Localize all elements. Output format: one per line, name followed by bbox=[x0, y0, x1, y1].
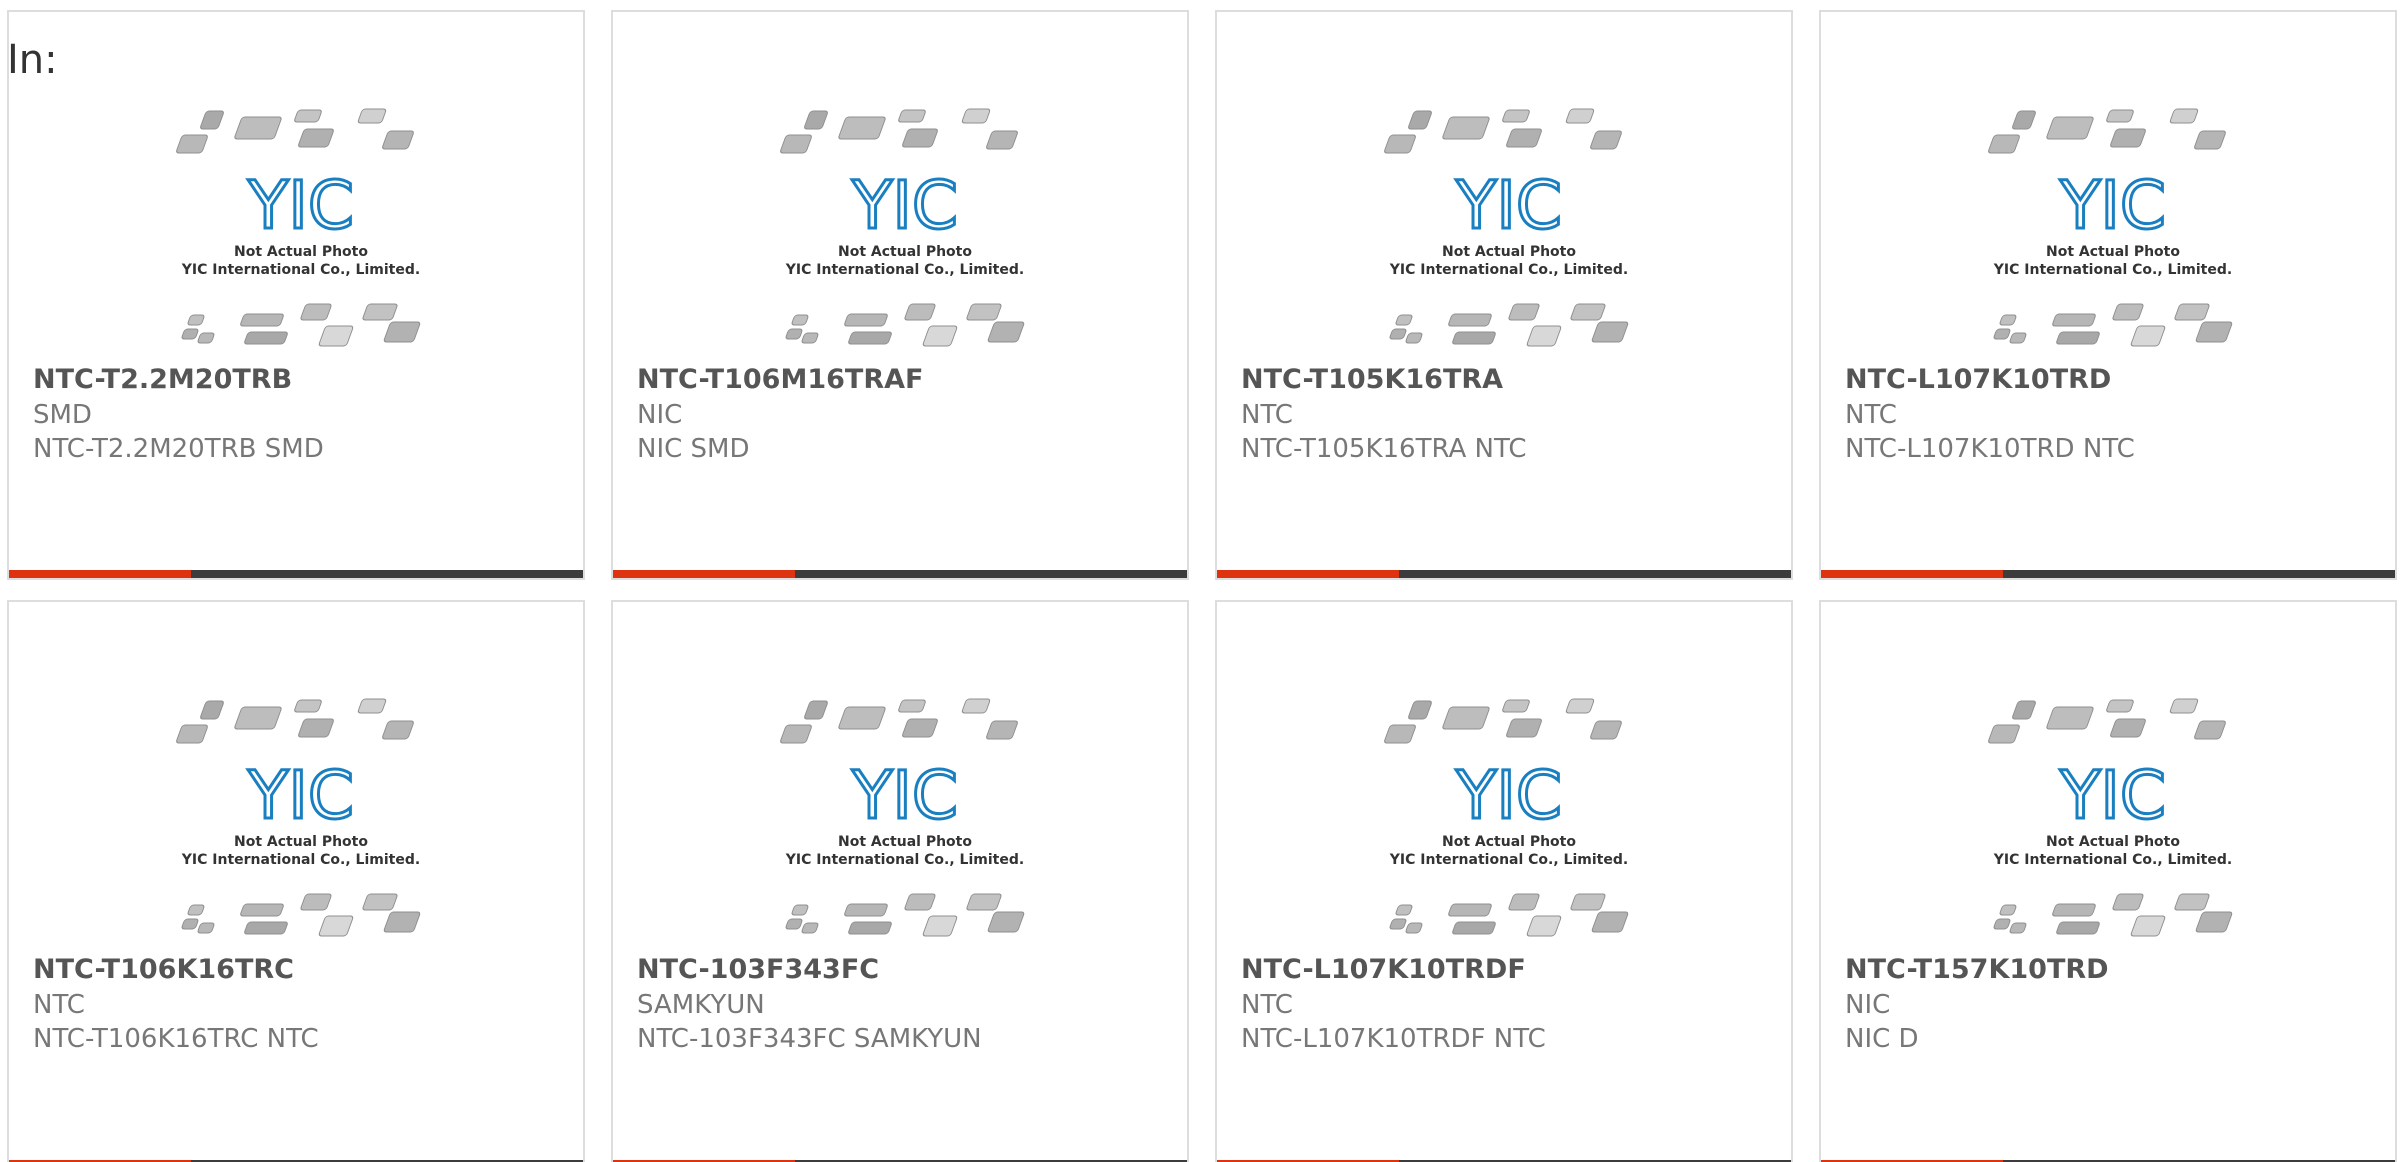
svg-text:YIC International Co., Limited: YIC International Co., Limited. bbox=[1389, 852, 1628, 868]
card-footer-bar bbox=[613, 570, 1187, 578]
product-card[interactable]: YIC Not Actual Photo YIC International Co.… bbox=[7, 10, 585, 580]
not-actual-photo-image: YIC Not Actual Photo YIC International Co.… bbox=[770, 102, 1040, 350]
description: NTC-T2.2M20TRB SMD bbox=[33, 434, 324, 464]
svg-text:Not Actual Photo: Not Actual Photo bbox=[2046, 834, 2180, 850]
yic-logo: YIC bbox=[1455, 167, 1562, 244]
svg-text:Not Actual Photo: Not Actual Photo bbox=[1442, 834, 1576, 850]
svg-text:YIC International Co., Limited: YIC International Co., Limited. bbox=[1993, 262, 2232, 278]
svg-text:Not Actual Photo: Not Actual Photo bbox=[234, 834, 368, 850]
svg-text:YIC International Co., Limited: YIC International Co., Limited. bbox=[181, 262, 420, 278]
part-number[interactable]: NTC-103F343FC bbox=[637, 954, 879, 985]
product-card[interactable]: YIC Not Actual Photo YIC International Co.… bbox=[1215, 600, 1793, 1162]
description: NTC-103F343FC SAMKYUN bbox=[637, 1024, 982, 1054]
svg-text:YIC International Co., Limited: YIC International Co., Limited. bbox=[1389, 262, 1628, 278]
yic-logo: YIC bbox=[2059, 757, 2166, 834]
description: NTC-T106K16TRC NTC bbox=[33, 1024, 319, 1054]
svg-text:Not Actual Photo: Not Actual Photo bbox=[234, 244, 368, 260]
not-actual-photo-image: YIC Not Actual Photo YIC International Co.… bbox=[1374, 102, 1644, 350]
not-actual-photo-image: YIC Not Actual Photo YIC International Co.… bbox=[770, 692, 1040, 940]
yic-logo: YIC bbox=[2059, 167, 2166, 244]
not-actual-photo-image: YIC Not Actual Photo YIC International Co.… bbox=[1978, 692, 2248, 940]
product-card[interactable]: YIC Not Actual Photo YIC International Co.… bbox=[7, 600, 585, 1162]
product-card[interactable]: YIC Not Actual Photo YIC International Co.… bbox=[1215, 10, 1793, 580]
description: NTC-L107K10TRD NTC bbox=[1845, 434, 2135, 464]
description: NIC D bbox=[1845, 1024, 1919, 1054]
description: NIC SMD bbox=[637, 434, 750, 464]
svg-text:YIC International Co., Limited: YIC International Co., Limited. bbox=[1993, 852, 2232, 868]
description: NTC-L107K10TRDF NTC bbox=[1241, 1024, 1546, 1054]
in-label: In: bbox=[7, 37, 58, 83]
manufacturer: NIC bbox=[637, 400, 683, 430]
svg-text:Not Actual Photo: Not Actual Photo bbox=[838, 834, 972, 850]
product-card[interactable]: YIC Not Actual Photo YIC International Co.… bbox=[1819, 600, 2397, 1162]
yic-logo: YIC bbox=[247, 757, 354, 834]
not-actual-photo-image: YIC Not Actual Photo YIC International Co.… bbox=[166, 102, 436, 350]
manufacturer: SAMKYUN bbox=[637, 990, 765, 1020]
card-accent-bar bbox=[1821, 570, 2003, 578]
manufacturer: SMD bbox=[33, 400, 92, 430]
description: NTC-T105K16TRA NTC bbox=[1241, 434, 1527, 464]
yic-logo: YIC bbox=[1455, 757, 1562, 834]
not-actual-photo-image: YIC Not Actual Photo YIC International Co.… bbox=[1978, 102, 2248, 350]
manufacturer: NTC bbox=[1241, 990, 1293, 1020]
not-actual-photo-image: YIC Not Actual Photo YIC International Co.… bbox=[166, 692, 436, 940]
card-accent-bar bbox=[613, 570, 795, 578]
yic-logo: YIC bbox=[247, 167, 354, 244]
card-footer-bar bbox=[9, 570, 583, 578]
svg-text:YIC International Co., Limited: YIC International Co., Limited. bbox=[785, 262, 1024, 278]
svg-text:YIC International Co., Limited: YIC International Co., Limited. bbox=[181, 852, 420, 868]
product-grid: YIC Not Actual Photo YIC International Co.… bbox=[0, 0, 2400, 1162]
card-footer-bar bbox=[1821, 570, 2395, 578]
card-footer-bar bbox=[1217, 570, 1791, 578]
part-number[interactable]: NTC-T106M16TRAF bbox=[637, 364, 923, 395]
svg-text:Not Actual Photo: Not Actual Photo bbox=[1442, 244, 1576, 260]
manufacturer: NTC bbox=[33, 990, 85, 1020]
part-number[interactable]: NTC-T106K16TRC bbox=[33, 954, 294, 985]
card-accent-bar bbox=[1217, 570, 1399, 578]
not-actual-photo-image: YIC Not Actual Photo YIC International Co.… bbox=[1374, 692, 1644, 940]
product-card[interactable]: YIC Not Actual Photo YIC International Co.… bbox=[611, 10, 1189, 580]
part-number[interactable]: NTC-T105K16TRA bbox=[1241, 364, 1503, 395]
card-accent-bar bbox=[9, 570, 191, 578]
svg-text:Not Actual Photo: Not Actual Photo bbox=[838, 244, 972, 260]
svg-text:YIC International Co., Limited: YIC International Co., Limited. bbox=[785, 852, 1024, 868]
manufacturer: NIC bbox=[1845, 990, 1891, 1020]
yic-logo: YIC bbox=[851, 167, 958, 244]
manufacturer: NTC bbox=[1845, 400, 1897, 430]
yic-logo: YIC bbox=[851, 757, 958, 834]
manufacturer: NTC bbox=[1241, 400, 1293, 430]
part-number[interactable]: NTC-L107K10TRDF bbox=[1241, 954, 1526, 985]
product-card[interactable]: YIC Not Actual Photo YIC International Co.… bbox=[1819, 10, 2397, 580]
product-card[interactable]: YIC Not Actual Photo YIC International Co.… bbox=[611, 600, 1189, 1162]
product-grid-page: In: YIC Not Actual Photo YIC International… bbox=[0, 0, 2400, 1162]
part-number[interactable]: NTC-L107K10TRD bbox=[1845, 364, 2111, 395]
part-number[interactable]: NTC-T157K10TRD bbox=[1845, 954, 2109, 985]
svg-text:Not Actual Photo: Not Actual Photo bbox=[2046, 244, 2180, 260]
part-number[interactable]: NTC-T2.2M20TRB bbox=[33, 364, 292, 395]
